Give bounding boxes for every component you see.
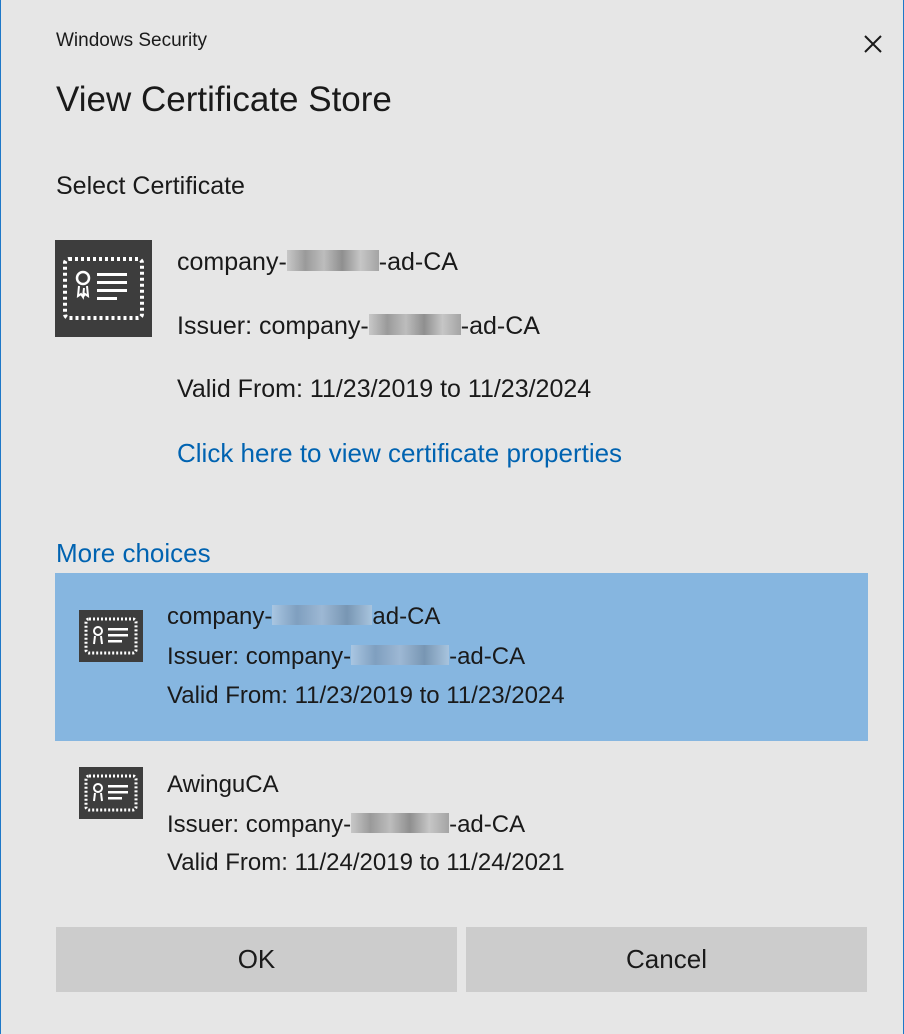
- close-button[interactable]: [853, 24, 893, 64]
- window-title: Windows Security: [56, 30, 207, 51]
- choice-name: company-ad-CA: [167, 603, 440, 631]
- certificate-list-item[interactable]: AwinguCA Issuer: company- -ad-CA Valid Fr…: [55, 743, 868, 893]
- certificate-issuer: Issuer: company- -ad-CA: [177, 312, 540, 341]
- choice-issuer: Issuer: company- -ad-CA: [167, 811, 525, 839]
- choice-issuer-prefix: Issuer: company-: [167, 643, 352, 670]
- choice-validity: Valid From: 11/24/2019 to 11/24/2021: [167, 849, 565, 876]
- view-certificate-properties-link[interactable]: Click here to view certificate propertie…: [177, 438, 622, 469]
- certificate-name: company- -ad-CA: [177, 248, 458, 277]
- choice-validity: Valid From: 11/23/2019 to 11/23/2024: [167, 682, 565, 709]
- certificate-name-prefix: company-: [177, 248, 287, 276]
- certificate-name-suffix: -ad-CA: [378, 248, 458, 276]
- close-icon: [864, 35, 882, 53]
- choice-name-suffix: ad-CA: [372, 603, 441, 630]
- redacted-text: [351, 812, 450, 834]
- choice-name: AwinguCA: [167, 771, 279, 798]
- certificate-validity: Valid From: 11/23/2019 to 11/23/2024: [177, 375, 592, 403]
- certificate-icon: [79, 767, 143, 819]
- certificate-issuer-prefix: Issuer: company-: [177, 312, 369, 340]
- certificate-list-item[interactable]: company-ad-CA Issuer: company- -ad-CA Val…: [55, 573, 868, 741]
- certificate-issuer-suffix: -ad-CA: [460, 312, 540, 340]
- choice-issuer: Issuer: company- -ad-CA: [167, 643, 525, 671]
- more-choices-link[interactable]: More choices: [56, 538, 211, 569]
- certificate-icon: [79, 610, 143, 662]
- redacted-text: [368, 314, 461, 336]
- redacted-text: [272, 604, 373, 626]
- cancel-button[interactable]: Cancel: [466, 927, 867, 992]
- windows-security-dialog: Windows Security View Certificate Store …: [0, 0, 904, 1034]
- certificate-icon: [55, 240, 152, 337]
- choice-issuer-suffix: -ad-CA: [449, 811, 526, 838]
- dialog-heading: View Certificate Store: [56, 80, 392, 119]
- select-certificate-label: Select Certificate: [56, 172, 245, 200]
- choice-issuer-prefix: Issuer: company-: [167, 811, 352, 838]
- redacted-text: [286, 250, 379, 272]
- choice-issuer-suffix: -ad-CA: [449, 643, 526, 670]
- ok-button[interactable]: OK: [56, 927, 457, 992]
- choice-name-prefix: company-: [167, 603, 273, 630]
- redacted-text: [351, 644, 450, 666]
